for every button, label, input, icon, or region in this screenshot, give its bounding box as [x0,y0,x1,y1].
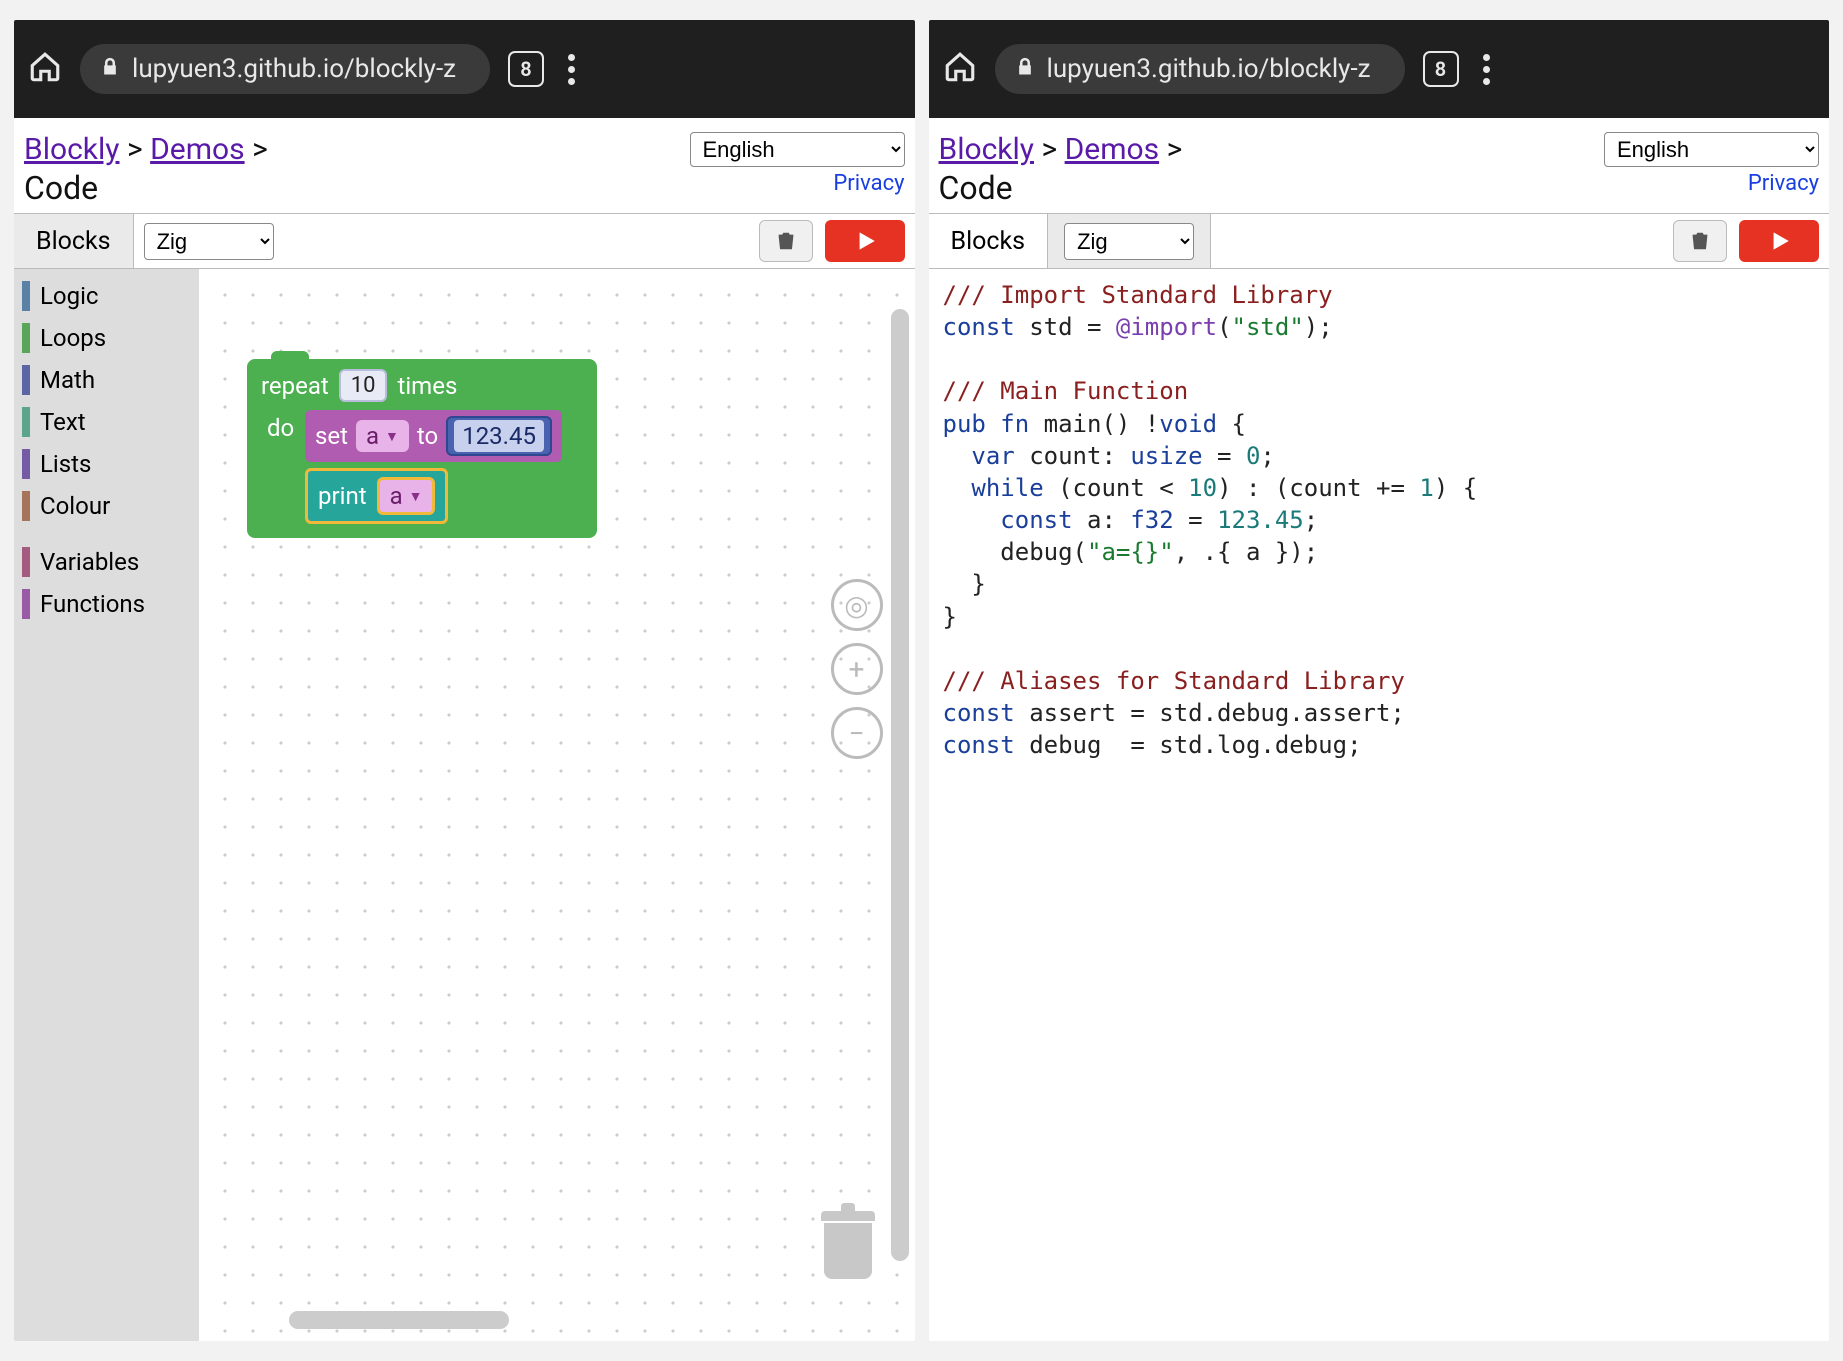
toolbox-text[interactable]: Text [14,401,199,443]
toolbox-colour[interactable]: Colour [14,485,199,527]
block-program[interactable]: repeat 10 times do set a▼ to 123.45 [247,359,597,538]
var-select[interactable]: a▼ [356,420,409,452]
repeat-count-input[interactable]: 10 [339,369,388,402]
block-number[interactable]: 123.45 [446,416,552,456]
crumb-demos[interactable]: Demos [1065,132,1160,167]
url-bar[interactable]: lupyuen3.github.io/blockly-z [80,44,490,94]
crumb-current: Code [24,169,268,207]
language-select[interactable]: English [1604,132,1819,167]
trash-icon[interactable] [821,1211,875,1281]
canvas[interactable]: repeat 10 times do set a▼ to 123.45 [199,269,915,1341]
code-output: /// Import Standard Library const std = … [929,269,1830,1341]
breadcrumb: Blockly > Demos > Code [24,132,268,207]
print-var-select[interactable]: a▼ [377,477,436,515]
toolbox-lists[interactable]: Lists [14,443,199,485]
crumb-current: Code [939,169,1183,207]
home-icon[interactable] [28,50,62,88]
url-text: lupyuen3.github.io/blockly-z [132,54,456,84]
home-icon[interactable] [943,50,977,88]
scrollbar-vertical[interactable] [891,309,909,1261]
lock-icon [1015,57,1035,81]
toolbox-math[interactable]: Math [14,359,199,401]
crumb-demos[interactable]: Demos [150,132,245,167]
toolbar: Blocks Zig [929,213,1830,269]
tab-blocks[interactable]: Blocks [14,214,134,268]
url-bar[interactable]: lupyuen3.github.io/blockly-z [995,44,1405,94]
menu-icon[interactable] [1477,54,1496,85]
delete-button[interactable] [759,220,813,262]
codelang-select[interactable]: Zig [144,223,274,260]
codelang-select[interactable]: Zig [1064,223,1194,260]
toolbox-loops[interactable]: Loops [14,317,199,359]
scrollbar-horizontal[interactable] [289,1311,509,1329]
block-set[interactable]: set a▼ to 123.45 [305,410,562,462]
menu-icon[interactable] [562,54,581,85]
center-icon[interactable]: ◎ [831,579,883,631]
browser-chrome: lupyuen3.github.io/blockly-z 8 [929,20,1830,118]
workspace: Logic Loops Math Text Lists Colour Varia… [14,269,915,1341]
run-button[interactable] [1739,220,1819,262]
toolbox-variables[interactable]: Variables [14,541,199,583]
toolbox: Logic Loops Math Text Lists Colour Varia… [14,269,199,1341]
right-panel: lupyuen3.github.io/blockly-z 8 Blockly >… [929,20,1830,1341]
zoom-in-icon[interactable]: + [831,643,883,695]
zoom-out-icon[interactable]: − [831,707,883,759]
privacy-link[interactable]: Privacy [690,171,905,196]
toolbox-logic[interactable]: Logic [14,275,199,317]
language-select[interactable]: English [690,132,905,167]
lock-icon [100,57,120,81]
url-text: lupyuen3.github.io/blockly-z [1047,54,1371,84]
block-print[interactable]: print a▼ [305,468,448,524]
page-header: Blockly > Demos > Code English Privacy [14,118,915,213]
browser-chrome: lupyuen3.github.io/blockly-z 8 [14,20,915,118]
toolbar: Blocks Zig [14,213,915,269]
toolbox-functions[interactable]: Functions [14,583,199,625]
workspace-controls: ◎ + − [831,579,883,759]
delete-button[interactable] [1673,220,1727,262]
privacy-link[interactable]: Privacy [1604,171,1819,196]
crumb-blockly[interactable]: Blockly [24,132,120,167]
page-header: Blockly > Demos > Code English Privacy [929,118,1830,213]
tab-count[interactable]: 8 [1423,51,1459,87]
run-button[interactable] [825,220,905,262]
block-repeat[interactable]: repeat 10 times do set a▼ to 123.45 [247,359,597,538]
tab-blocks[interactable]: Blocks [929,214,1049,268]
tab-count[interactable]: 8 [508,51,544,87]
breadcrumb: Blockly > Demos > Code [939,132,1183,207]
left-panel: lupyuen3.github.io/blockly-z 8 Blockly >… [14,20,915,1341]
crumb-blockly[interactable]: Blockly [939,132,1035,167]
